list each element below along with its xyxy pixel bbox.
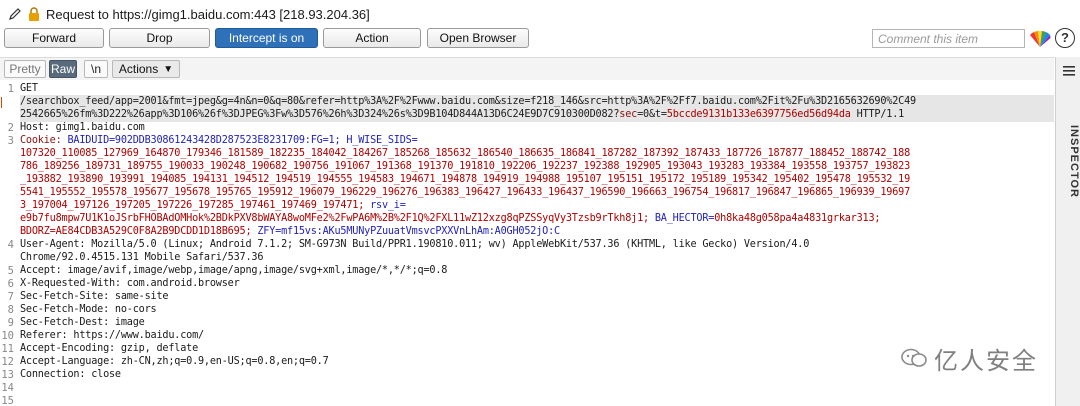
chevron-down-icon: ▼ [163, 63, 174, 75]
chat-bubble-icon [901, 348, 927, 367]
cookie-value-line: 3_197004_197126_197205_197226_197285_197… [20, 200, 406, 211]
referer-header: Referer: https://www.baidu.com/ [20, 330, 204, 341]
cookie-header: Cookie: BAIDUID=902DDB30861243428D287523… [20, 135, 418, 146]
host-header: Host: gimg1.baidu.com [20, 122, 145, 133]
sec-fetch-mode-header: Sec-Fetch-Mode: no-cors [20, 304, 157, 315]
watermark: 亿人安全 [900, 343, 1038, 375]
intercept-toggle-button[interactable]: Intercept is on [215, 28, 318, 48]
inspector-sidebar[interactable]: INSPECTOR [1055, 57, 1080, 406]
accept-header: Accept: image/avif,image/webp,image/apng… [20, 265, 448, 276]
cookie-value-line: e9b7fu8mpw7U1K1oJSrbFHOBAdOMHok%2BDkPXV8… [20, 213, 881, 224]
user-agent-header: User-Agent: Mozilla/5.0 (Linux; Android … [20, 239, 810, 250]
actions-dropdown[interactable]: Actions ▼ [112, 60, 180, 78]
line-number: 1 [7, 83, 14, 95]
request-path-line: 2542665%26fm%3D222%26app%3D106%26f%3DJPE… [20, 109, 905, 120]
pencil-icon[interactable] [8, 7, 22, 21]
cookie-value-line: 5541_195552_195578_195677_195678_195765_… [20, 187, 911, 198]
sec-fetch-dest-header: Sec-Fetch-Dest: image [20, 317, 145, 328]
line-number: 14 [1, 382, 14, 394]
accept-language-header: Accept-Language: zh-CN,zh;q=0.9,en-US;q=… [20, 356, 329, 367]
editor-view-bar: Pretty Raw \n Actions ▼ [0, 57, 1054, 80]
cookie-value-line: _193882_193890_193991_194085_194131_1945… [20, 174, 911, 185]
sec-fetch-site-header: Sec-Fetch-Site: same-site [20, 291, 169, 302]
title-bar: Request to https://gimg1.baidu.com:443 [… [0, 0, 1080, 28]
watermark-text: 亿人安全 [934, 346, 1038, 375]
line-number: 3 [7, 135, 14, 147]
line-number: 11 [1, 343, 14, 355]
line-number-gutter: 1 2 3 4 5 6 7 8 9 10 11 12 13 14 15 [0, 81, 18, 406]
action-button[interactable]: Action [323, 28, 421, 48]
line-number: 12 [1, 356, 14, 368]
comment-input[interactable]: Comment this item [872, 29, 1025, 48]
cookie-value-line: 786_189256_189731_189755_190033_190248_1… [20, 161, 911, 172]
help-icon[interactable]: ? [1055, 28, 1075, 48]
inspector-tab[interactable]: INSPECTOR [1058, 125, 1080, 245]
line-number: 15 [1, 395, 14, 406]
forward-button[interactable]: Forward [4, 28, 104, 48]
user-agent-header: Chrome/92.0.4515.131 Mobile Safari/537.3… [20, 252, 264, 263]
line-number: 10 [1, 330, 14, 342]
lock-icon [29, 7, 39, 21]
request-path-line: /searchbox_feed/app=2001&fmt=jpeg&g=4n&n… [20, 96, 916, 107]
tab-raw[interactable]: Raw [49, 60, 77, 78]
raw-request-editor[interactable]: 1 2 3 4 5 6 7 8 9 10 11 12 13 14 15 GET … [0, 81, 1054, 406]
x-requested-with-header: X-Requested-With: com.android.browser [20, 278, 240, 289]
line-number: 2 [7, 122, 14, 134]
actions-label: Actions [118, 62, 159, 76]
line-number: 4 [7, 239, 14, 251]
accept-encoding-header: Accept-Encoding: gzip, deflate [20, 343, 199, 354]
line-number: 8 [7, 304, 14, 316]
cookie-value-line: BDORZ=AE84CDB3A529C0F8A2B9DCDD1D18B695; … [20, 226, 560, 237]
line-number: 9 [7, 317, 14, 329]
line-number: 5 [7, 265, 14, 277]
menu-icon[interactable] [1063, 66, 1075, 76]
line-number: 13 [1, 369, 14, 381]
highlight-color-icon[interactable] [1029, 29, 1051, 49]
request-title: Request to https://gimg1.baidu.com:443 [… [46, 6, 370, 22]
drop-button[interactable]: Drop [109, 28, 210, 48]
tab-newline[interactable]: \n [84, 60, 108, 78]
tab-pretty[interactable]: Pretty [4, 60, 46, 78]
request-method: GET [20, 83, 38, 94]
open-browser-button[interactable]: Open Browser [427, 28, 529, 48]
cookie-value-line: 107320_110085_127969_164870_179346_18158… [20, 148, 911, 159]
line-number: 7 [7, 291, 14, 303]
line-number: 6 [7, 278, 14, 290]
text-cursor [1, 97, 2, 108]
connection-header: Connection: close [20, 369, 121, 380]
